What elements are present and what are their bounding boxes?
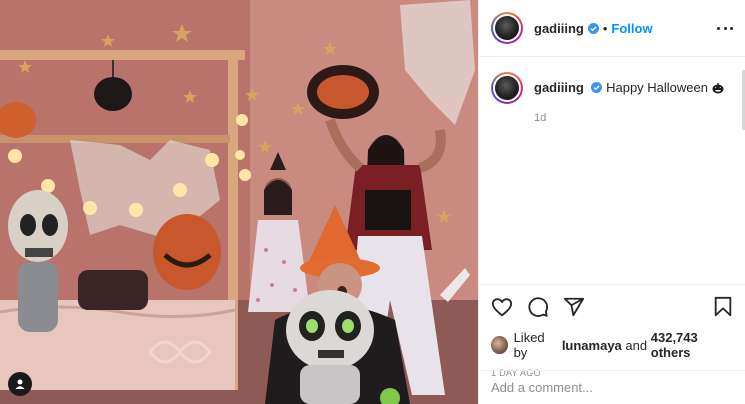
bookmark-icon[interactable] (712, 296, 734, 318)
follow-button[interactable]: Follow (611, 21, 652, 36)
author-username[interactable]: gadiiing (534, 21, 584, 36)
user-tag-button[interactable] (8, 372, 32, 396)
post-actions: Liked by lunamaya and 432,743 others 1 D… (479, 284, 745, 378)
heart-icon[interactable] (491, 296, 513, 318)
likes-summary: Liked by lunamaya and 432,743 others (491, 330, 734, 360)
comment-input[interactable] (491, 380, 734, 395)
halloween-photo-illustration (0, 0, 478, 404)
caption-text: gadiiing Happy Halloween (534, 72, 724, 97)
like-count[interactable]: 432,743 others (651, 330, 734, 360)
user-tag-icon (15, 379, 25, 389)
post-photo[interactable] (0, 0, 478, 404)
liked-by-suffix: and (625, 337, 648, 353)
verified-badge-icon (587, 22, 599, 34)
liker-avatar[interactable] (491, 336, 508, 354)
header-separator: • (602, 20, 608, 36)
more-options-icon[interactable] (717, 20, 733, 36)
author-avatar[interactable] (491, 12, 523, 44)
caption-body: Happy Halloween (606, 80, 708, 95)
instagram-post: gadiiing • Follow gadiiing Happy Hallowe… (0, 0, 745, 404)
jack-o-lantern-icon (712, 83, 724, 94)
share-icon[interactable] (563, 296, 585, 318)
post-header: gadiiing • Follow (479, 0, 745, 57)
comment-icon[interactable] (527, 296, 549, 318)
liked-by-user[interactable]: lunamaya (562, 338, 622, 353)
caption-author-avatar[interactable] (491, 72, 523, 104)
verified-badge-icon (591, 82, 603, 93)
post-side-panel: gadiiing • Follow gadiiing Happy Hallowe… (478, 0, 745, 404)
caption-section: gadiiing Happy Halloween 1d (479, 58, 745, 284)
caption-author-username[interactable]: gadiiing (534, 80, 584, 95)
liked-by-prefix: Liked by (513, 330, 545, 360)
comment-box (479, 370, 745, 404)
caption-time: 1d (534, 112, 547, 124)
